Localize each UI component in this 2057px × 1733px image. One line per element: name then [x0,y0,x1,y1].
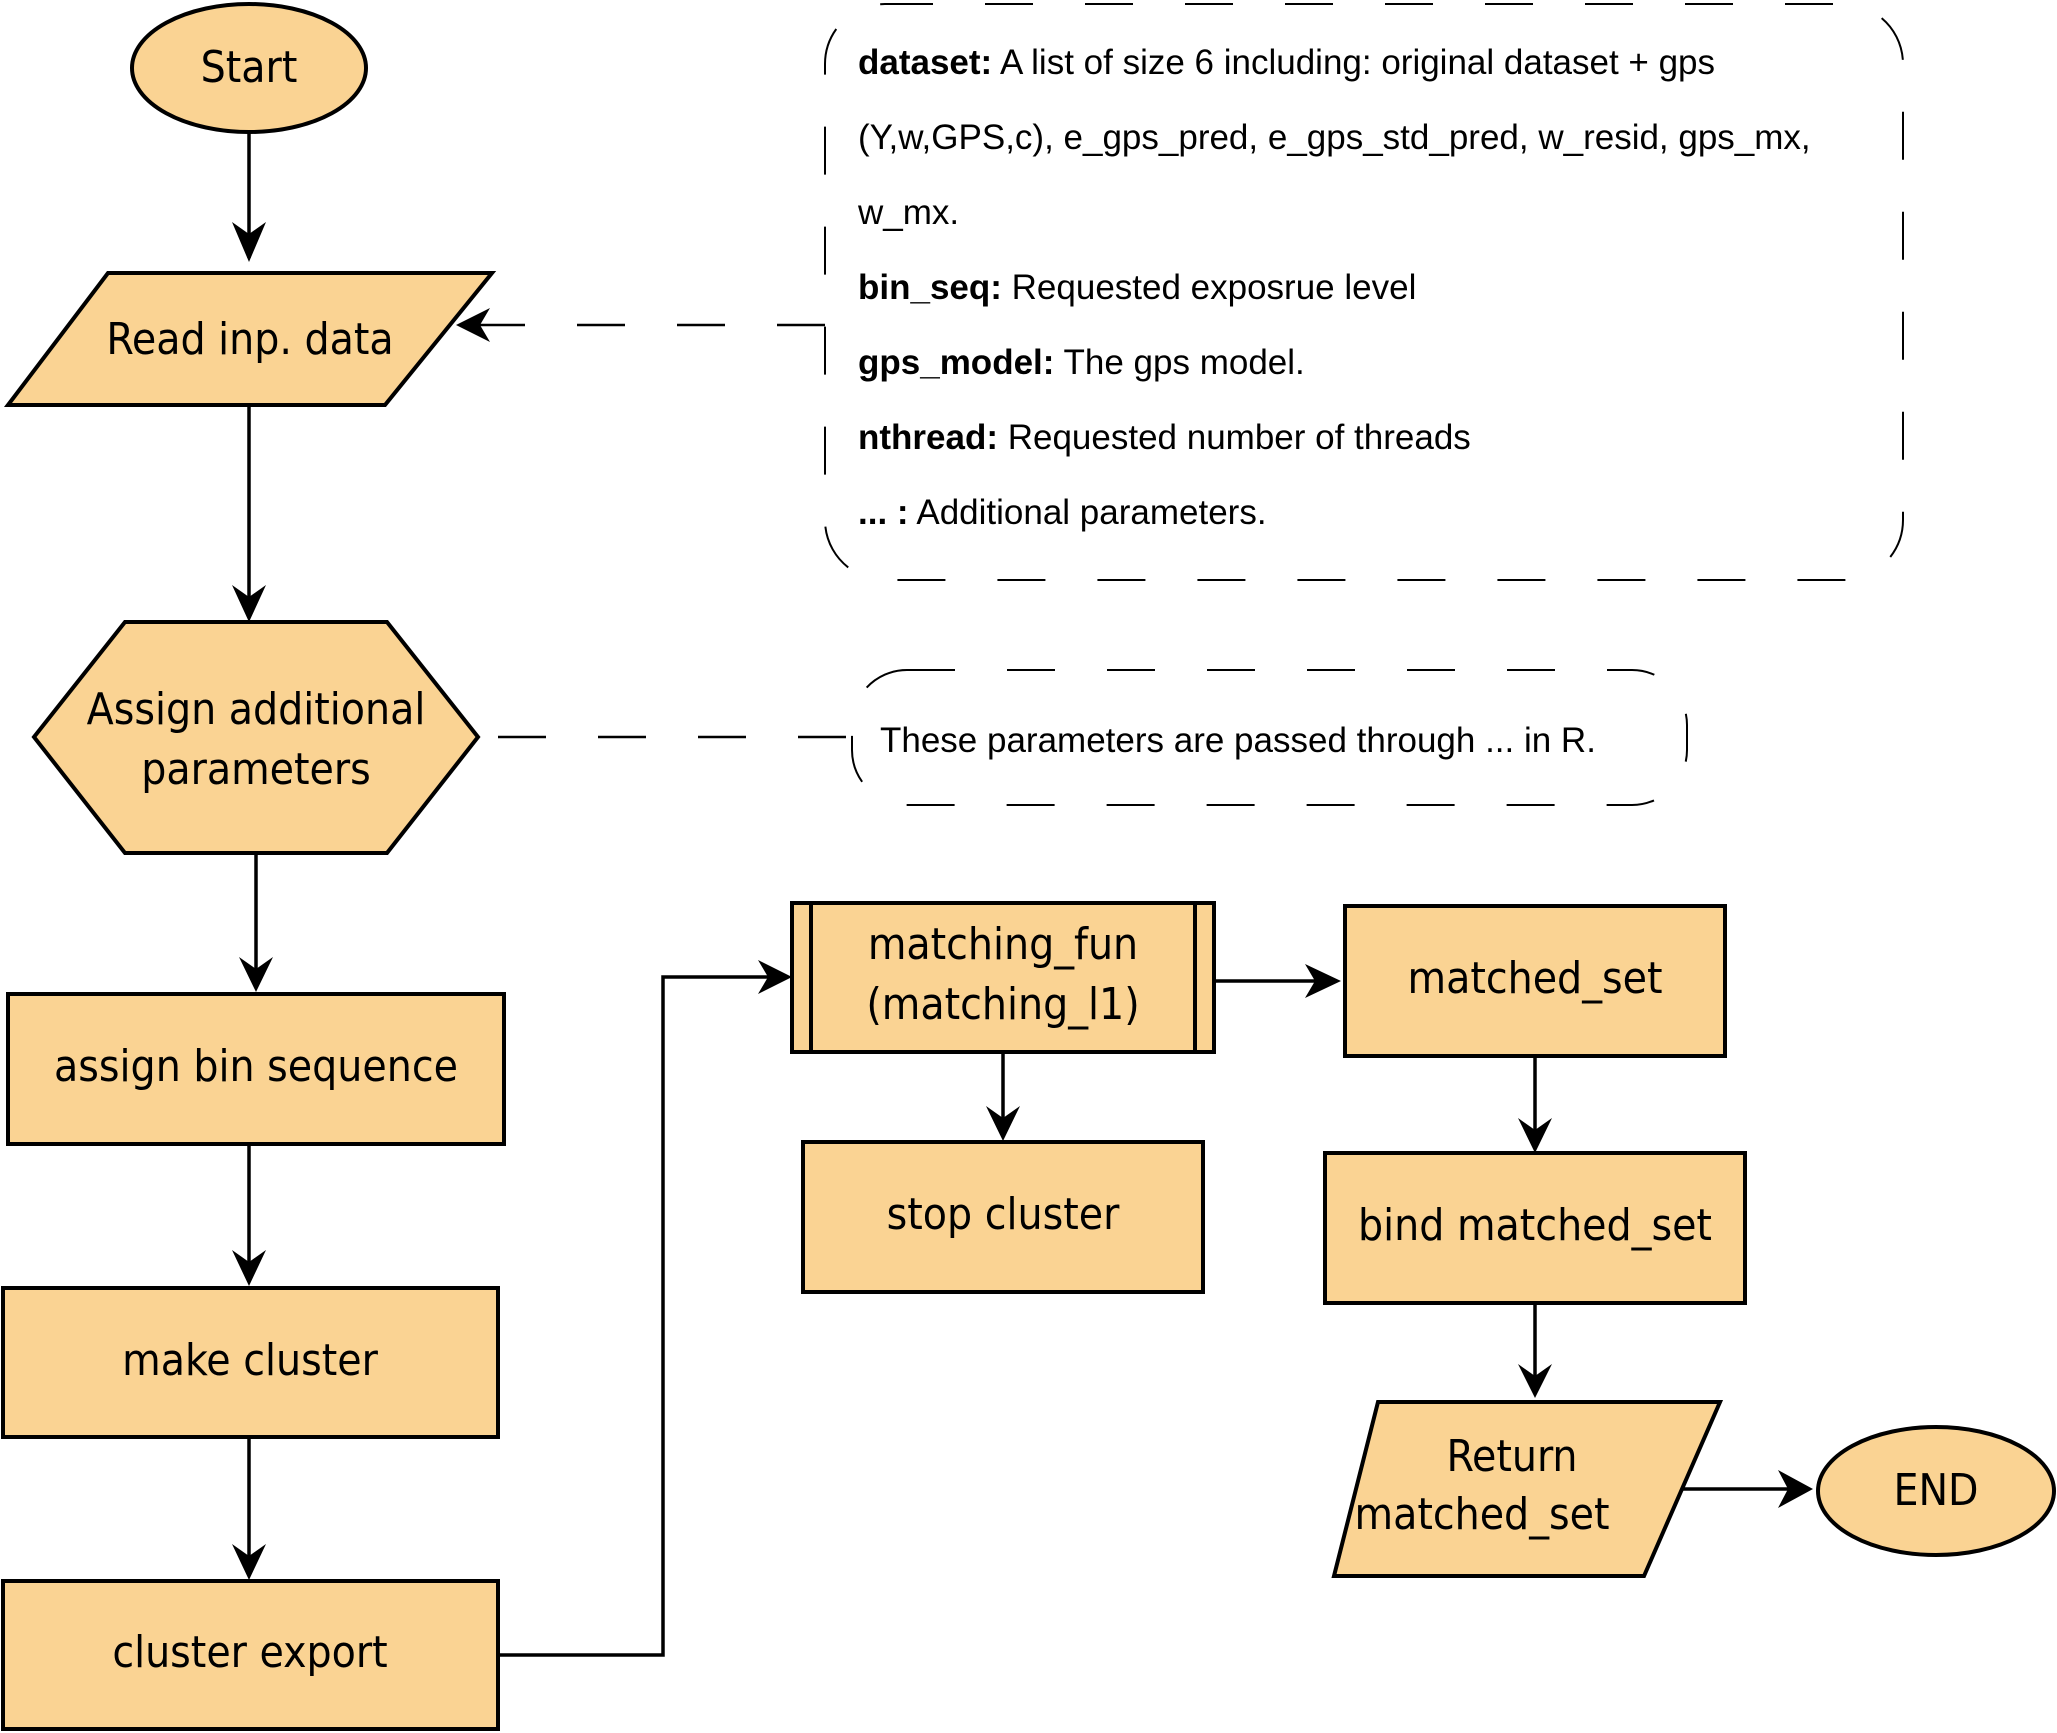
assign-params-label-line2: parameters [141,744,371,795]
node-end: END [1816,1425,2056,1557]
edge-export-to-matching [498,975,780,1657]
input-note-line-3: w_mx. [857,193,959,232]
read-input-label: Read inp. data [106,314,393,365]
node-make-cluster: make cluster [1,1286,500,1439]
node-assign-params: Assign additional parameters [31,620,481,855]
return-label-line2: matched_set [1355,1489,1610,1540]
node-start: Start [130,2,368,134]
node-cluster-export: cluster export [1,1579,500,1731]
node-return-matched-set: Return matched_set [1331,1400,1724,1578]
return-label-line1: Return [1446,1431,1577,1482]
matching-fun-label-line1: matching_fun [868,919,1138,970]
node-assign-bin-sequence: assign bin sequence [6,992,506,1146]
params-note-text: These parameters are passed through ... … [880,721,1596,760]
flowchart: dataset: A list of size 6 including: ori… [1,2,2056,1731]
node-stop-cluster: stop cluster [801,1140,1205,1294]
input-note-line-1: dataset: A list of size 6 including: ori… [858,43,1715,82]
node-matching-fun: matching_fun (matching_l1) [790,901,1216,1054]
end-label: END [1893,1465,1978,1516]
node-read-input: Read inp. data [3,271,497,407]
input-note-line-7: ... : Additional parameters. [858,493,1267,532]
input-note-line-2: (Y,w,GPS,c), e_gps_pred, e_gps_std_pred,… [858,118,1811,157]
node-matched-set: matched_set [1343,904,1727,1058]
bind-matched-set-label: bind matched_set [1358,1200,1712,1251]
assign-params-hexagon [31,620,481,855]
make-cluster-label: make cluster [122,1335,378,1386]
input-note: dataset: A list of size 6 including: ori… [824,3,1904,581]
assign-params-label-line1: Assign additional [87,684,426,735]
input-note-line-6: nthread: Requested number of threads [858,418,1471,457]
params-note: These parameters are passed through ... … [851,669,1688,806]
cluster-export-label: cluster export [112,1627,387,1678]
input-note-line-5: gps_model: The gps model. [858,343,1305,382]
start-label: Start [201,42,298,93]
assign-bin-sequence-label: assign bin sequence [54,1041,458,1092]
matching-fun-label-line2: (matching_l1) [866,979,1139,1030]
node-bind-matched-set: bind matched_set [1323,1151,1747,1305]
stop-cluster-label: stop cluster [887,1189,1120,1240]
matched-set-label: matched_set [1408,953,1663,1004]
input-note-line-4: bin_seq: Requested exposrue level [858,268,1416,307]
